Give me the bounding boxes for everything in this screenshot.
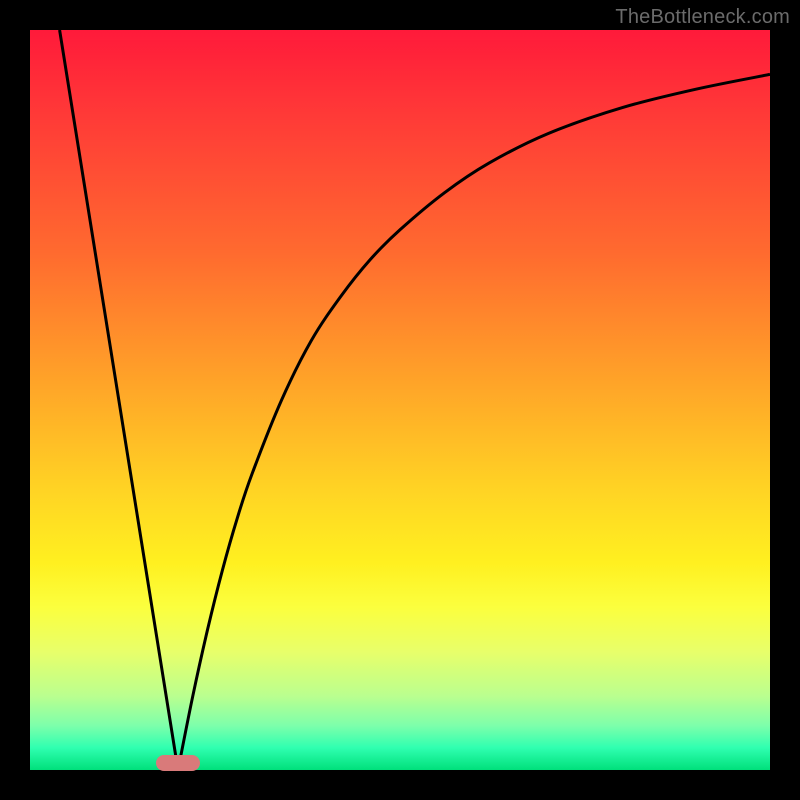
bottleneck-curve bbox=[30, 30, 770, 770]
plot-area bbox=[30, 30, 770, 770]
watermark-text: TheBottleneck.com bbox=[615, 6, 790, 29]
curve-right-branch bbox=[178, 74, 770, 770]
curve-left-branch bbox=[60, 30, 178, 770]
chart-frame: TheBottleneck.com bbox=[0, 0, 800, 800]
optimal-marker bbox=[156, 755, 200, 771]
